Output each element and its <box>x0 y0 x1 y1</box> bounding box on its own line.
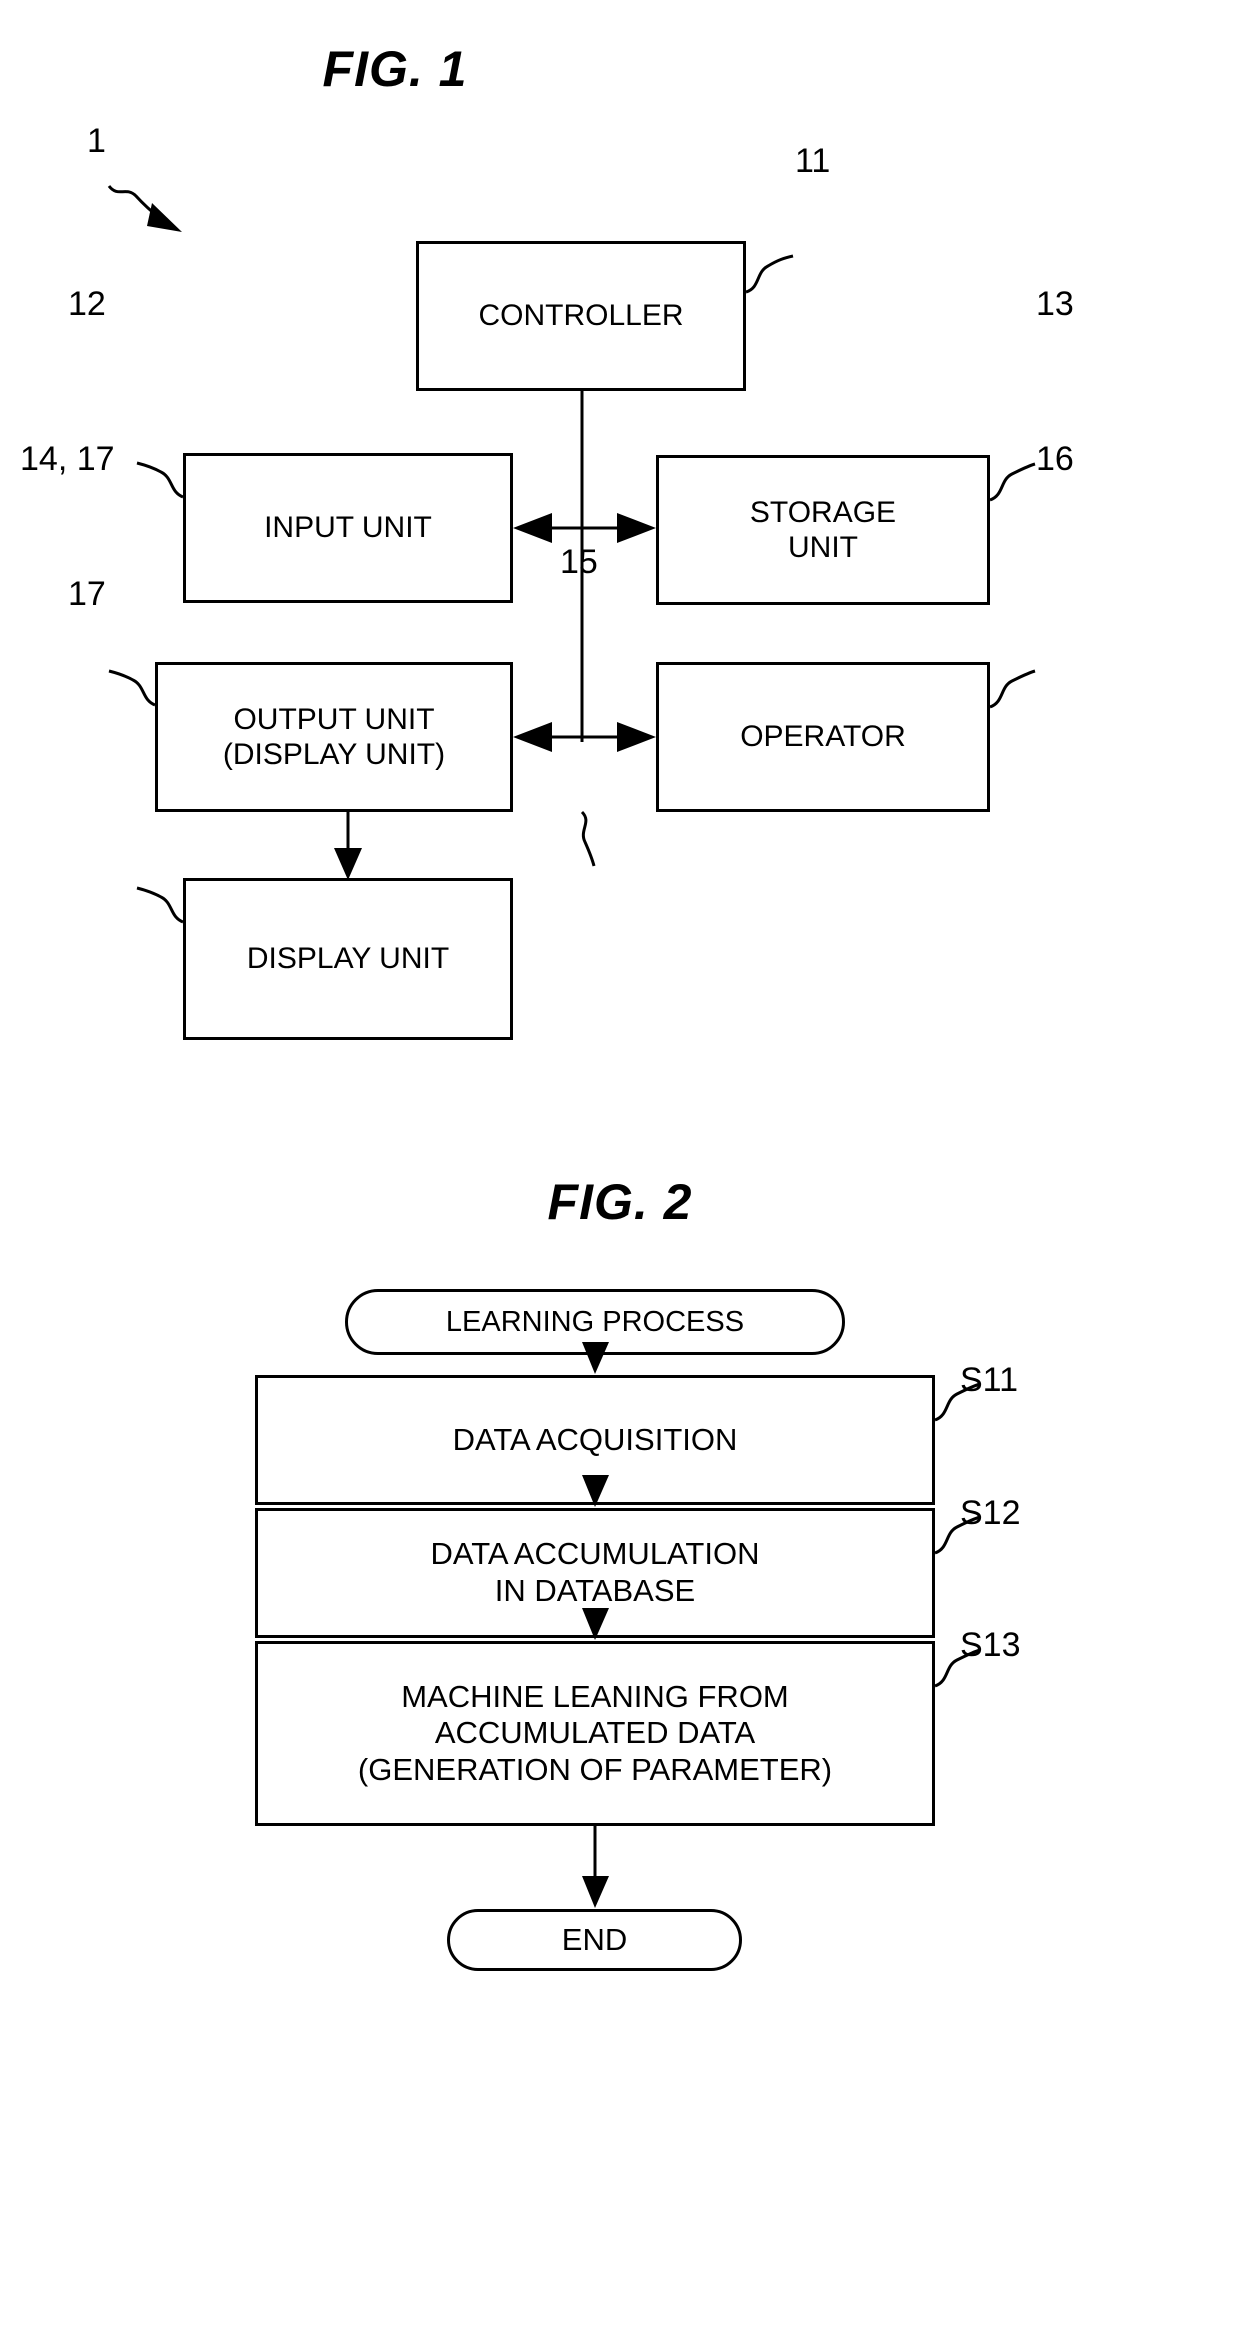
flowchart-step-s12: DATA ACCUMULATION IN DATABASE <box>255 1508 935 1638</box>
block-controller-label: CONTROLLER <box>478 299 684 333</box>
block-display-unit-label: DISPLAY UNIT <box>246 942 450 976</box>
arrowhead-operator-right <box>617 722 656 752</box>
block-input-unit-label: INPUT UNIT <box>264 511 432 545</box>
reference-numeral-s11: S11 <box>960 1361 1018 1399</box>
arrowhead-output-left <box>513 722 552 752</box>
reference-numeral-14-17: 14, 17 <box>20 440 115 478</box>
leader-line-system-1 <box>107 184 163 222</box>
block-operator-label: OPERATOR <box>740 720 906 754</box>
block-storage-unit: STORAGE UNIT <box>656 455 990 605</box>
block-display-unit: DISPLAY UNIT <box>183 878 513 1040</box>
leader-line-13 <box>989 462 1036 502</box>
leader-line-17 <box>136 886 184 924</box>
block-operator: OPERATOR <box>656 662 990 812</box>
reference-numeral-13: 13 <box>1036 285 1074 323</box>
block-controller: CONTROLLER <box>416 241 746 391</box>
flowchart-start-terminator: LEARNING PROCESS <box>345 1289 845 1355</box>
flowchart-start-label: LEARNING PROCESS <box>445 1305 745 1338</box>
flowchart-step-s11-label: DATA ACQUISITION <box>452 1421 738 1457</box>
arrowhead-input-left <box>513 513 552 543</box>
arrowhead-display-unit <box>334 848 362 880</box>
reference-numeral-system: 1 <box>87 122 106 160</box>
flowchart-step-s13-label: MACHINE LEANING FROM ACCUMULATED DATA (G… <box>357 1678 833 1787</box>
leader-line-15 <box>580 810 596 867</box>
reference-numeral-17: 17 <box>68 575 106 613</box>
leader-line-16 <box>989 669 1036 709</box>
block-output-unit: OUTPUT UNIT (DISPLAY UNIT) <box>155 662 513 812</box>
arrowhead-storage-right <box>617 513 656 543</box>
reference-numeral-s12: S12 <box>960 1494 1021 1532</box>
reference-numeral-16: 16 <box>1036 440 1074 478</box>
block-input-unit: INPUT UNIT <box>183 453 513 603</box>
flowchart-step-s11: DATA ACQUISITION <box>255 1375 935 1505</box>
flowchart-end-label: END <box>561 1922 628 1957</box>
block-output-unit-label: OUTPUT UNIT (DISPLAY UNIT) <box>222 702 446 771</box>
reference-numeral-12: 12 <box>68 285 106 323</box>
leader-line-14-17 <box>108 669 156 707</box>
block-storage-unit-label: STORAGE UNIT <box>749 495 897 564</box>
flowchart-step-s13: MACHINE LEANING FROM ACCUMULATED DATA (G… <box>255 1641 935 1826</box>
figure-1-title: FIG. 1 <box>322 41 468 97</box>
reference-numeral-15-bus: 15 <box>560 543 598 581</box>
reference-numeral-11: 11 <box>795 142 831 180</box>
reference-numeral-s13: S13 <box>960 1626 1021 1664</box>
leader-line-11 <box>745 254 794 294</box>
arrowhead-end <box>582 1876 609 1908</box>
arrowhead-system-1 <box>147 203 182 232</box>
flowchart-end-terminator: END <box>447 1909 742 1971</box>
leader-line-12 <box>136 461 184 499</box>
flowchart-step-s12-label: DATA ACCUMULATION IN DATABASE <box>430 1536 760 1608</box>
patent-drawing-sheet: FIG. 1 1 CONTROLLER 11 INPUT UNIT 12 STO… <box>0 0 1240 2326</box>
figure-2-title: FIG. 2 <box>547 1174 693 1230</box>
